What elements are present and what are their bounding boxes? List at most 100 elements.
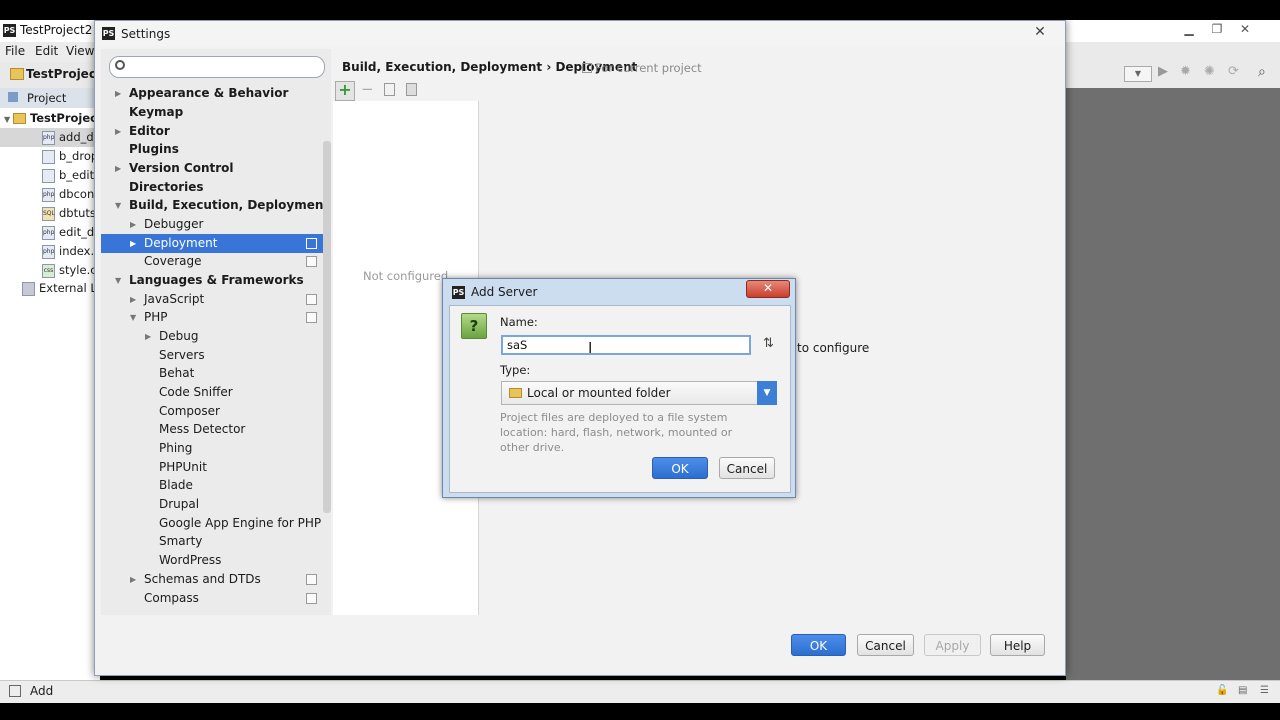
- menu-edit[interactable]: Edit: [35, 44, 58, 58]
- ide-statusbar: [0, 680, 1280, 703]
- nav-build-execution-deployment[interactable]: ▼ Build, Execution, Deployment: [101, 196, 331, 215]
- settings-breadcrumb: Build, Execution, Deployment › Deploymen…: [342, 60, 638, 74]
- nav-keymap[interactable]: Keymap: [101, 103, 331, 122]
- nav-editor[interactable]: ▶ Editor: [101, 122, 331, 141]
- tree-item[interactable]: ▼ TestProjec: [4, 109, 98, 128]
- run-config-dropdown[interactable]: ▼: [1124, 66, 1152, 82]
- settings-tree-scrollbar[interactable]: [323, 141, 331, 513]
- add-icon[interactable]: +: [335, 81, 355, 101]
- server-list-empty-text: Not configured: [363, 269, 449, 283]
- nav-debugger[interactable]: ▶ Debugger: [101, 215, 331, 234]
- server-type-value: Local or mounted folder: [527, 386, 671, 400]
- settings-help-button[interactable]: Help: [990, 634, 1045, 656]
- nav-php-wordpress[interactable]: WordPress: [101, 551, 331, 570]
- tree-item[interactable]: php edit_da: [42, 223, 98, 242]
- settings-title: Settings: [121, 27, 171, 41]
- nav-plugins[interactable]: Plugins: [101, 140, 331, 159]
- php-file-icon: [42, 149, 55, 164]
- minimize-icon[interactable]: ▁: [1175, 20, 1203, 38]
- default-server-icon[interactable]: [406, 83, 417, 96]
- nav-deployment[interactable]: ▶ Deployment: [101, 234, 331, 253]
- nav-php-composer[interactable]: Composer: [101, 402, 331, 421]
- server-type-select[interactable]: Local or mounted folder ▼: [501, 381, 777, 405]
- tree-item[interactable]: b_edit.p: [42, 166, 98, 185]
- nav-label: Compass: [144, 591, 199, 605]
- nav-version-control[interactable]: ▶ Version Control: [101, 159, 331, 178]
- nav-label: WordPress: [159, 553, 222, 567]
- nav-schemas-dtds[interactable]: ▶ Schemas and DTDs: [101, 570, 331, 589]
- chevron-down-icon[interactable]: ▼: [757, 381, 777, 405]
- nav-php-mess-detector[interactable]: Mess Detector: [101, 420, 331, 439]
- nav-php-servers[interactable]: Servers: [101, 346, 331, 365]
- nav-php-blade[interactable]: Blade: [101, 476, 331, 495]
- project-scope-icon: [306, 574, 317, 585]
- nav-php-phpunit[interactable]: PHPUnit: [101, 458, 331, 477]
- maximize-icon[interactable]: ❐: [1203, 20, 1231, 38]
- nav-php-phing[interactable]: Phing: [101, 439, 331, 458]
- nav-coverage[interactable]: Coverage: [101, 252, 331, 271]
- tree-item-label: index.p: [59, 244, 98, 258]
- tree-item-label: add_da: [59, 130, 98, 144]
- menu-file[interactable]: File: [5, 44, 25, 58]
- nav-label: Phing: [159, 441, 193, 455]
- nav-php-drupal[interactable]: Drupal: [101, 495, 331, 514]
- copy-icon[interactable]: [384, 83, 395, 96]
- nav-php-google-app-engine[interactable]: Google App Engine for PHP: [101, 514, 331, 533]
- tree-item[interactable]: php dbconf: [42, 185, 98, 204]
- name-label: Name:: [500, 315, 538, 329]
- tree-item-label: dbconf: [59, 187, 98, 201]
- nav-php[interactable]: ▼ PHP: [101, 308, 331, 327]
- nav-php-behat[interactable]: Behat: [101, 364, 331, 383]
- tree-item-label: dbtuts.s: [59, 206, 98, 220]
- nav-php-debug[interactable]: ▶ Debug: [101, 327, 331, 346]
- folder-icon: [12, 113, 26, 124]
- tree-item[interactable]: php index.p: [42, 242, 98, 261]
- tree-item-label: style.cs: [59, 263, 98, 277]
- settings-search-input[interactable]: [109, 56, 325, 78]
- coverage-icon[interactable]: ✺: [1204, 64, 1215, 79]
- nav-languages-frameworks[interactable]: ▼ Languages & Frameworks: [101, 271, 331, 290]
- tree-item[interactable]: php add_da: [0, 128, 98, 147]
- server-type-description: Project files are deployed to a file sys…: [500, 411, 733, 454]
- nav-directories[interactable]: Directories: [101, 178, 331, 197]
- tree-item[interactable]: css style.cs: [42, 261, 98, 280]
- nav-label: Smarty: [159, 534, 203, 548]
- nav-label: Behat: [159, 366, 195, 380]
- server-name-input[interactable]: saS: [501, 335, 751, 355]
- project-icon: [8, 92, 18, 102]
- add-server-ok-button[interactable]: OK: [652, 457, 708, 479]
- notifications-icon[interactable]: ☰: [1260, 685, 1269, 696]
- lock-icon[interactable]: 🔓: [1216, 685, 1228, 696]
- nav-appearance-behavior[interactable]: ▶ Appearance & Behavior: [101, 84, 331, 103]
- close-icon[interactable]: ✕: [746, 280, 790, 298]
- toggle-tool-windows-icon[interactable]: [9, 685, 21, 697]
- menu-view[interactable]: View: [66, 44, 94, 58]
- nav-php-code-sniffer[interactable]: Code Sniffer: [101, 383, 331, 402]
- sync-icon[interactable]: ⟳: [1228, 64, 1239, 79]
- phpstorm-logo-icon: PS: [452, 286, 465, 299]
- sort-icon[interactable]: ⇅: [763, 336, 774, 351]
- search-everywhere-icon[interactable]: ⌕: [1258, 64, 1266, 80]
- status-message: Add: [30, 684, 54, 698]
- tree-item[interactable]: External Lib: [22, 279, 98, 298]
- settings-apply-button[interactable]: Apply: [924, 634, 981, 656]
- nav-javascript[interactable]: ▶ JavaScript: [101, 290, 331, 309]
- nav-compass[interactable]: Compass: [101, 589, 331, 608]
- nav-php-smarty[interactable]: Smarty: [101, 532, 331, 551]
- tree-item[interactable]: SQL dbtuts.s: [42, 204, 98, 223]
- close-icon[interactable]: ✕: [1231, 20, 1259, 38]
- tree-item[interactable]: b_drop.: [42, 147, 98, 166]
- settings-cancel-button[interactable]: Cancel: [857, 634, 914, 656]
- project-scope-icon: [306, 238, 317, 249]
- settings-ok-button[interactable]: OK: [791, 634, 846, 656]
- debug-icon[interactable]: ✹: [1180, 64, 1191, 79]
- add-server-cancel-button[interactable]: Cancel: [719, 457, 775, 479]
- event-log-icon[interactable]: ▤: [1238, 685, 1247, 696]
- remove-icon[interactable]: −: [361, 80, 374, 98]
- php-file-icon: php: [42, 225, 55, 240]
- run-icon[interactable]: ▶: [1158, 64, 1168, 79]
- project-scope-icon: [306, 312, 317, 323]
- ide-toolbar: [1066, 42, 1280, 88]
- phpstorm-logo-icon: PS: [3, 24, 16, 37]
- close-icon[interactable]: ✕: [1025, 23, 1055, 41]
